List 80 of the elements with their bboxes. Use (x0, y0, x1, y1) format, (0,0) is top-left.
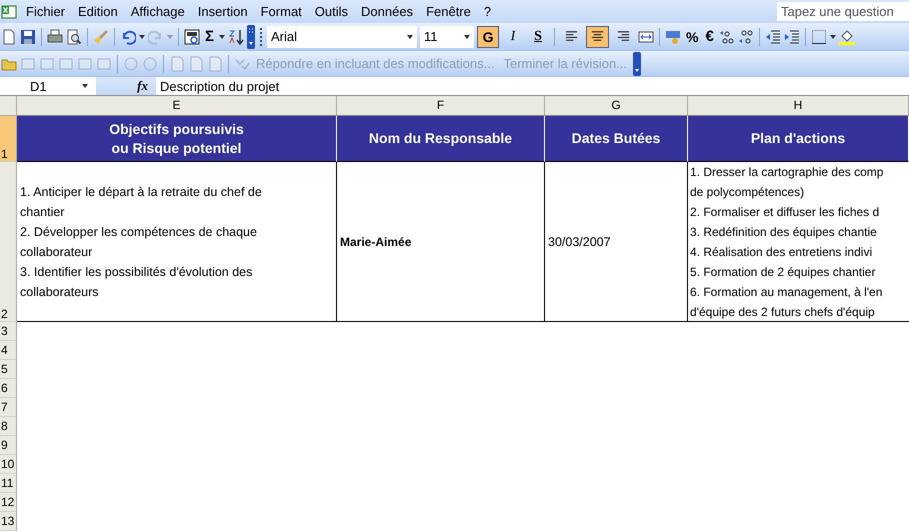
header-cell: Dates Butées (545, 116, 688, 162)
menu-item[interactable]: Fichier (21, 4, 70, 19)
text-alignment-icon (616, 29, 632, 44)
row-header[interactable]: 3 (0, 322, 17, 341)
align-button[interactable] (586, 26, 610, 48)
menu-item[interactable]: Fenêtre (421, 4, 476, 19)
header-cell: Plan d'actions (688, 116, 909, 162)
caret-icon (407, 34, 414, 38)
fill-color-icon[interactable] (838, 28, 855, 44)
action-text: 3. Redéfinition des équipes chantie (690, 224, 878, 241)
menu-item[interactable]: ? (478, 4, 496, 19)
menu-item[interactable]: Format (256, 4, 307, 19)
spreadsheet-app-icon (1, 4, 17, 20)
caret-icon (82, 84, 88, 88)
text-alignment-icon (564, 29, 580, 44)
row-header[interactable]: 2 (0, 162, 17, 322)
euro-style-button[interactable]: € (703, 28, 716, 45)
formula-field[interactable]: Description du projet (156, 78, 280, 94)
decrease-indent-icon[interactable] (764, 28, 781, 44)
column-header[interactable]: F (337, 96, 545, 116)
menu-item[interactable]: Outils (310, 4, 354, 19)
column-header[interactable]: H (688, 96, 909, 116)
objective-text: 1. Anticiper le départ à la retraite du chef de chantier (20, 184, 263, 220)
menu-item[interactable]: Données (356, 4, 418, 19)
text-alignment-icon (590, 29, 606, 44)
objective-text: 2. Développer les compétences de chaque collaborateur (20, 224, 258, 260)
column-header[interactable]: G (545, 96, 688, 116)
caret-icon[interactable] (219, 34, 226, 38)
objective-text: 3. Identifier les possibilités d'évolution des collaborateurs (20, 264, 254, 300)
action-text: de polycompétences) (690, 184, 806, 201)
insert-function-button[interactable]: fx (96, 77, 156, 95)
row-header[interactable]: 13 (0, 512, 17, 531)
font-name-field[interactable]: Arial (267, 26, 418, 48)
row-header[interactable]: 7 (0, 398, 17, 417)
print-preview-icon[interactable] (66, 28, 82, 44)
action-text: 1. Dresser la cartographie des comp (690, 164, 884, 181)
save-icon[interactable] (20, 28, 36, 44)
row-header[interactable]: 8 (0, 417, 17, 436)
print-icon[interactable] (47, 28, 63, 44)
column-header[interactable]: E (17, 96, 337, 116)
autosum-button[interactable]: Σ (203, 28, 216, 45)
toolbar-options-icon[interactable] (633, 52, 642, 76)
toolbar-options-icon[interactable] (247, 24, 256, 48)
responsible-name: Marie-Aimée (340, 234, 412, 248)
action-text: 6. Formation au management, à l'en (690, 284, 884, 301)
action-text: 4. Réalisation des entretiens indivi (690, 244, 874, 261)
increase-indent-icon[interactable] (784, 28, 800, 44)
caret-icon[interactable] (139, 34, 145, 38)
due-date: 30/03/2007 (548, 234, 611, 248)
header-cell: Objectifs poursuivis ou Risque potentiel (17, 116, 337, 162)
borders-icon[interactable] (810, 28, 827, 44)
menu-item[interactable]: Insertion (192, 4, 253, 19)
action-text: 5. Formation de 2 équipes chantier (690, 264, 876, 281)
caret-icon[interactable] (830, 34, 836, 38)
menu-item[interactable]: Affichage (126, 4, 190, 19)
row-header[interactable]: 4 (0, 341, 17, 360)
row-header[interactable]: 11 (0, 474, 17, 493)
new-document-icon[interactable] (1, 28, 17, 44)
action-text: d'équipe des 2 futurs chefs d'équip (690, 304, 876, 321)
row-header[interactable]: 6 (0, 379, 17, 398)
font-size-field[interactable]: 11 (420, 26, 474, 48)
decrease-decimal-icon[interactable] (738, 28, 754, 44)
menu-item[interactable]: Edition (73, 4, 123, 19)
increase-decimal-icon[interactable] (718, 28, 735, 44)
sort-ascending-icon[interactable] (228, 28, 244, 44)
undo-icon[interactable] (120, 28, 136, 44)
merge-center-icon[interactable] (638, 28, 654, 44)
row-header[interactable]: 10 (0, 455, 17, 474)
question-field[interactable]: Tapez une question (777, 2, 909, 21)
row-header[interactable]: 5 (0, 360, 17, 379)
text-style-button[interactable]: G (477, 26, 500, 48)
row-header[interactable]: 9 (0, 436, 17, 455)
percent-style-button[interactable]: % (684, 28, 700, 44)
action-text: 2. Formaliser et diffuser les fiches d (690, 204, 880, 221)
header-cell: Nom du Responsable (337, 116, 545, 162)
row-header[interactable]: 12 (0, 493, 17, 512)
row-header[interactable]: 1 (0, 116, 17, 162)
text-style-button[interactable]: S (527, 26, 550, 48)
caret-icon (464, 34, 470, 38)
text-style-button[interactable]: I (502, 26, 524, 48)
